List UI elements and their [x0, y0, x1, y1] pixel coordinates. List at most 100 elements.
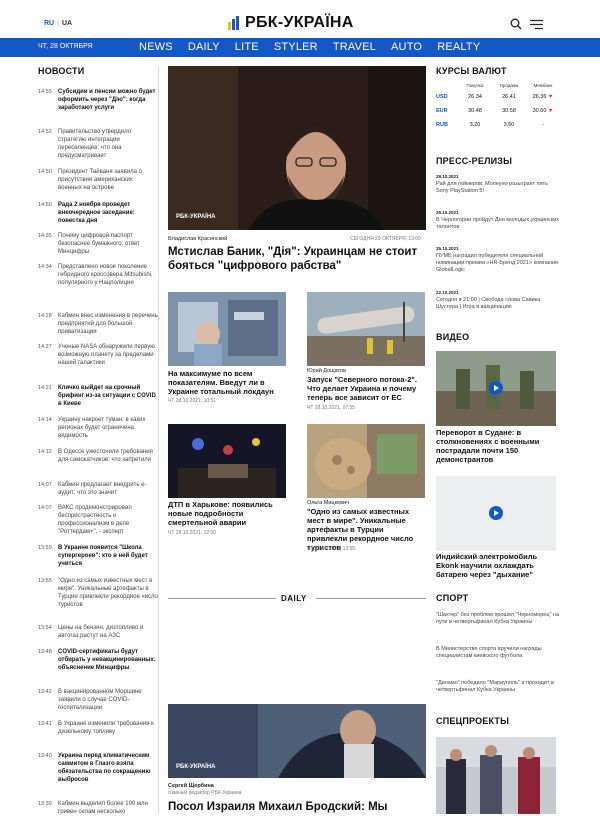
- card-title-3[interactable]: ДТП в Харькове: появились новые подробно…: [168, 500, 286, 527]
- rate-currency: RUB: [436, 122, 448, 128]
- nav-lite[interactable]: LITE: [235, 41, 259, 53]
- news-headline[interactable]: В Украине появится "Школа супергероев": …: [58, 544, 158, 568]
- news-time: 13:41: [38, 721, 52, 727]
- sport-item[interactable]: В Министерстве спорта вручили награды сп…: [436, 646, 560, 660]
- rate-buy: 26.34: [468, 94, 482, 100]
- hero-date: СЕГОДНЯ 29 ОКТЯБРЯ, 13:00: [350, 236, 421, 242]
- news-headline[interactable]: COVID-сертификаты будут отбирать у невак…: [58, 648, 158, 672]
- news-headline[interactable]: "Одно из самых известных мест в мире". У…: [58, 577, 158, 609]
- nav-news[interactable]: NEWS: [139, 41, 173, 53]
- news-section-title: НОВОСТИ: [38, 66, 85, 76]
- press-item[interactable]: 25.10.2021 ПУМБ наградил победителя специ…: [436, 246, 560, 274]
- rates-header-inter: Межбанк: [533, 82, 553, 88]
- nav-realty[interactable]: REALTY: [437, 41, 480, 53]
- main-nav: ЧТ, 28 ОКТЯБРЯ NEWS DAILY LITE STYLER TR…: [0, 38, 600, 57]
- sport-item[interactable]: "Шахтер" без проблем прошел "Черноморец"…: [436, 612, 560, 626]
- rate-row: EUR 30.48 30.58 30.60 ▼: [436, 104, 560, 118]
- video-thumb-2[interactable]: [436, 476, 556, 551]
- logo-mark-icon: [228, 16, 240, 30]
- video-title: ВИДЕО: [436, 332, 470, 342]
- rate-buy: 30.48: [468, 108, 482, 114]
- play-icon[interactable]: [489, 381, 503, 395]
- daily-badge: РБК-УКРАЇНА: [176, 764, 216, 770]
- news-time: 14:34: [38, 264, 52, 270]
- play-icon[interactable]: [489, 506, 503, 520]
- card-date-1: ЧТ 28.10.2021, 10:51: [168, 398, 217, 404]
- video-title-1[interactable]: Переворот в Судане: в столкновениях с во…: [436, 428, 558, 464]
- top-bar: RU | UA РБК-УКРАЇНА: [0, 0, 600, 38]
- news-headline[interactable]: В Одессе ужесточили требования для самок…: [58, 448, 158, 464]
- news-headline[interactable]: Украину накроет туман: в каких регионах …: [58, 416, 158, 440]
- card-title-1[interactable]: На максимуме по всем показателям. Введут…: [168, 369, 286, 396]
- rate-sell: 26.41: [502, 94, 516, 100]
- daily-author[interactable]: Сергей Щербина: [168, 783, 214, 789]
- sport-item[interactable]: "Динамо" победило "Мариуполь" и проходит…: [436, 680, 560, 694]
- logo-text: РБК-УКРАЇНА: [245, 14, 354, 31]
- card-author-4[interactable]: Ольга Мицкевич: [307, 500, 349, 506]
- lang-ru-link[interactable]: RU: [44, 20, 54, 27]
- search-icon[interactable]: [510, 18, 522, 30]
- news-headline[interactable]: Представлено новое поколение гибридного …: [58, 263, 158, 287]
- card-image-1[interactable]: [168, 292, 286, 366]
- card-date-4: ЧТ 28.10.2021, 13:55: [307, 546, 356, 552]
- news-headline[interactable]: В вакцинированном Моршине заявили о случ…: [58, 688, 158, 712]
- news-time: 13:55: [38, 578, 52, 584]
- rate-sell: 3.60: [503, 122, 515, 128]
- press-item[interactable]: 28.10.2021 Рай для геймеров: Мопеуно разы…: [436, 174, 560, 195]
- hero-author[interactable]: Владислав Красинский: [168, 236, 227, 242]
- news-headline[interactable]: Кабмин внес изменения в перечень предпри…: [58, 312, 158, 336]
- news-time: 14:12: [38, 449, 52, 455]
- news-headline[interactable]: Кличко выйдет на срочный брифинг из-за с…: [58, 384, 158, 408]
- news-time: 14:55: [38, 89, 52, 95]
- nav-daily[interactable]: DAILY: [188, 41, 220, 53]
- nav-auto[interactable]: AUTO: [391, 41, 422, 53]
- daily-section-label[interactable]: DAILY: [281, 594, 307, 603]
- news-time: 14:35: [38, 233, 52, 239]
- news-time: 13:39: [38, 801, 52, 807]
- rates-header-sell: Продажа: [499, 82, 519, 88]
- press-item[interactable]: 25.10.2021 В Черногории пройдут Дни молод…: [436, 210, 560, 231]
- nav-travel[interactable]: TRAVEL: [333, 41, 376, 53]
- daily-divider-left: [168, 598, 276, 599]
- daily-image[interactable]: РБК-УКРАЇНА: [168, 704, 426, 778]
- hero-image[interactable]: РБК-УКРАЇНА: [168, 66, 426, 230]
- news-headline[interactable]: Рада 2 ноября проведет внеочередное засе…: [58, 201, 158, 225]
- news-headline[interactable]: Правительство утвердило стратегию интегр…: [58, 128, 158, 160]
- card-image-4[interactable]: [307, 424, 425, 498]
- rate-inter: 26.36 ▼: [532, 94, 554, 100]
- site-logo[interactable]: РБК-УКРАЇНА: [228, 14, 354, 32]
- news-headline[interactable]: Цены на бензин, дизтопливо и автогаз рас…: [58, 624, 158, 640]
- press-item[interactable]: 22.10.2021 Сегодня в 21:00 | Свобода слов…: [436, 290, 560, 311]
- card-author-2[interactable]: Юрий Дощатов: [307, 368, 346, 374]
- card-image-3[interactable]: [168, 424, 286, 498]
- news-headline[interactable]: Президент Тайваня заявила о присутствии …: [58, 168, 158, 192]
- rates-table: Покупка Продажа Межбанк USD 26.34 26.41 …: [436, 80, 560, 132]
- news-headline[interactable]: ВАКС продемонстрировал беспристрастность…: [58, 504, 158, 536]
- card-image-2[interactable]: [307, 292, 425, 366]
- news-headline[interactable]: Субсидии и пенсии можно будет оформить ч…: [58, 88, 158, 112]
- news-headline[interactable]: Украина перед климатическим саммитом в Г…: [58, 752, 158, 784]
- card-title-2[interactable]: Запуск "Северного потока-2". Что делает …: [307, 375, 425, 402]
- nav-styler[interactable]: STYLER: [274, 41, 318, 53]
- news-time: 14:50: [38, 169, 52, 175]
- news-headline[interactable]: В Украине изменили требования к дизельно…: [58, 720, 158, 736]
- sport-title: СПОРТ: [436, 593, 469, 603]
- news-time: 14:52: [38, 129, 52, 135]
- news-time: 14:21: [38, 385, 52, 391]
- video-title-2[interactable]: Индийский электромобиль Ekonk научили ох…: [436, 552, 558, 579]
- special-image[interactable]: [436, 737, 556, 814]
- daily-author-role: главный редактор РБК-Украина: [168, 790, 242, 796]
- news-time: 13:42: [38, 689, 52, 695]
- daily-title[interactable]: Посол Израиля Михаил Бродский: Мы: [168, 800, 426, 814]
- rate-inter: 30.60 ▼: [532, 108, 554, 114]
- rate-currency: USD: [436, 94, 448, 100]
- news-time: 14:27: [38, 344, 52, 350]
- news-time: 13:40: [38, 753, 52, 759]
- video-thumb-1[interactable]: [436, 351, 556, 426]
- news-headline[interactable]: Кабмин предлагает внедрить е-аудит: что …: [58, 481, 158, 497]
- menu-icon[interactable]: [530, 19, 543, 30]
- lang-ua-link[interactable]: UA: [62, 20, 72, 27]
- news-headline[interactable]: Почему цифровой паспорт безопаснее бумаж…: [58, 232, 158, 256]
- news-headline[interactable]: Ученые NASA обнаружили первую возможную …: [58, 343, 158, 367]
- hero-title[interactable]: Мстислав Баник, "Дія": Украинцам не стои…: [168, 245, 426, 273]
